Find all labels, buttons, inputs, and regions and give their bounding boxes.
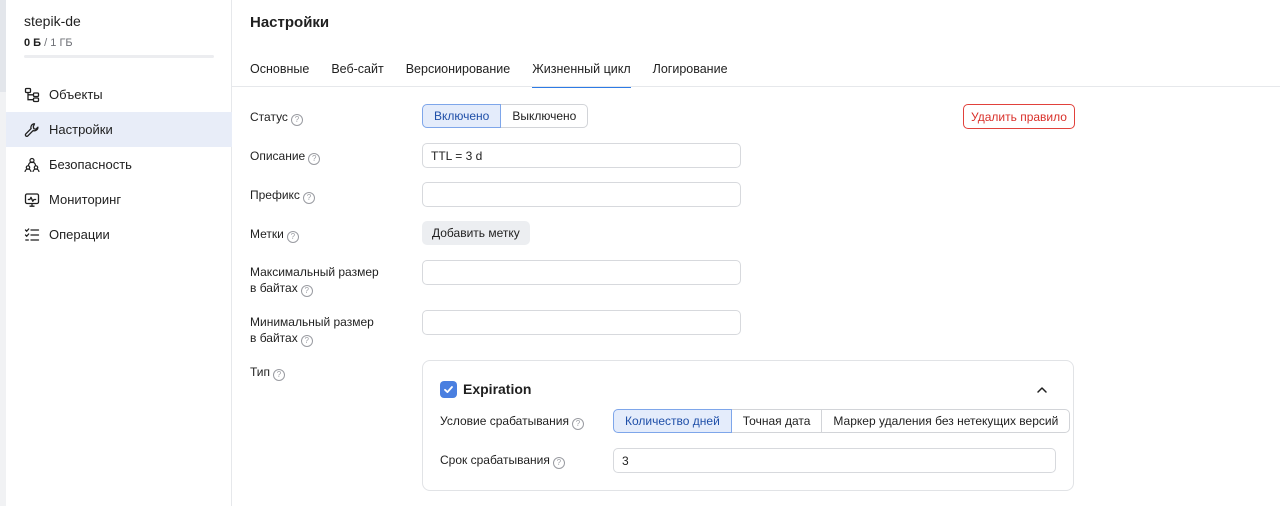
objects-icon bbox=[24, 87, 40, 103]
add-tag-button[interactable]: Добавить метку bbox=[422, 221, 530, 245]
tab-general[interactable]: Основные bbox=[250, 56, 309, 87]
status-disabled-button[interactable]: Выключено bbox=[500, 104, 589, 128]
max-size-label-line2: в байтах bbox=[250, 281, 298, 295]
status-label: Статус? bbox=[250, 109, 303, 126]
status-enabled-button[interactable]: Включено bbox=[422, 104, 502, 128]
settings-tabs: Основные Веб-сайт Версионирование Жизнен… bbox=[250, 56, 750, 88]
trigger-condition-label-text: Условие срабатывания bbox=[440, 414, 569, 428]
usage-total: 1 ГБ bbox=[50, 37, 73, 49]
usage-bar bbox=[24, 55, 214, 58]
type-label-text: Тип bbox=[250, 365, 271, 379]
description-label-text: Описание bbox=[250, 149, 306, 163]
help-icon[interactable]: ? bbox=[273, 369, 286, 381]
usage-used: 0 Б bbox=[24, 37, 42, 49]
period-label: Срок срабатывания? bbox=[440, 453, 565, 469]
max-size-input[interactable] bbox=[422, 260, 741, 285]
status-toggle: Включено Выключено bbox=[422, 104, 589, 128]
trigger-condition-label: Условие срабатывания? bbox=[440, 414, 584, 430]
tab-versioning[interactable]: Версионирование bbox=[406, 56, 511, 87]
description-label: Описание? bbox=[250, 148, 321, 165]
min-size-label-line2: в байтах bbox=[250, 331, 298, 345]
sidebar-item-security[interactable]: Безопасность bbox=[6, 147, 232, 182]
help-icon[interactable]: ? bbox=[286, 231, 299, 243]
monitor-icon bbox=[24, 192, 40, 208]
wrench-icon bbox=[24, 122, 40, 138]
sidebar-item-objects[interactable]: Объекты bbox=[6, 77, 232, 112]
period-label-text: Срок срабатывания bbox=[440, 453, 550, 467]
sidebar-item-label: Мониторинг bbox=[49, 192, 122, 207]
min-size-label-line1: Минимальный размер bbox=[250, 315, 374, 329]
max-size-label: Максимальный размер в байтах? bbox=[250, 264, 379, 297]
help-icon[interactable]: ? bbox=[571, 418, 584, 430]
tab-website[interactable]: Веб-сайт bbox=[331, 56, 383, 87]
check-icon bbox=[444, 386, 453, 393]
max-size-label-line1: Максимальный размер bbox=[250, 265, 379, 279]
chevron-up-icon bbox=[1037, 387, 1047, 393]
main-content: Настройки Основные Веб-сайт Версионирова… bbox=[232, 0, 1280, 506]
help-icon[interactable]: ? bbox=[308, 153, 321, 165]
trigger-delete-marker-button[interactable]: Маркер удаления без нетекущих версий bbox=[821, 409, 1071, 433]
help-icon[interactable]: ? bbox=[552, 457, 565, 469]
prefix-label: Префикс? bbox=[250, 187, 315, 204]
sidebar-item-operations[interactable]: Операции bbox=[6, 217, 232, 252]
trigger-date-button[interactable]: Точная дата bbox=[730, 409, 823, 433]
prefix-input[interactable] bbox=[422, 182, 741, 207]
tags-label-text: Метки bbox=[250, 227, 284, 241]
page-title: Настройки bbox=[250, 14, 330, 31]
sidebar-item-label: Настройки bbox=[49, 122, 113, 137]
trigger-condition-toggle: Количество дней Точная дата Маркер удале… bbox=[613, 409, 1071, 433]
checklist-icon bbox=[24, 227, 40, 243]
min-size-label: Минимальный размер в байтах? bbox=[250, 314, 374, 347]
expiration-title: Expiration bbox=[463, 381, 532, 397]
collapse-button[interactable] bbox=[1033, 381, 1051, 399]
help-icon[interactable]: ? bbox=[300, 285, 313, 297]
min-size-input[interactable] bbox=[422, 310, 741, 335]
help-icon[interactable]: ? bbox=[300, 335, 313, 347]
bucket-name: stepik-de bbox=[24, 13, 81, 29]
usage-separator: / bbox=[41, 37, 51, 49]
sidebar-item-label: Безопасность bbox=[49, 157, 132, 172]
sidebar-item-settings[interactable]: Настройки bbox=[6, 112, 232, 147]
trigger-days-button[interactable]: Количество дней bbox=[613, 409, 732, 433]
bucket-usage: 0 Б / 1 ГБ bbox=[24, 37, 73, 49]
expiration-card: Expiration Условие срабатывания? Количес… bbox=[422, 360, 1074, 491]
expiration-checkbox[interactable] bbox=[440, 381, 457, 398]
prefix-label-text: Префикс bbox=[250, 188, 300, 202]
sidebar-item-label: Объекты bbox=[49, 87, 103, 102]
status-label-text: Статус bbox=[250, 110, 288, 124]
description-input[interactable]: TTL = 3 d bbox=[422, 143, 741, 168]
help-icon[interactable]: ? bbox=[290, 114, 303, 126]
help-icon[interactable]: ? bbox=[302, 192, 315, 204]
sidebar-item-label: Операции bbox=[49, 227, 110, 242]
tags-label: Метки? bbox=[250, 226, 299, 243]
delete-rule-button[interactable]: Удалить правило bbox=[963, 104, 1075, 129]
tab-lifecycle[interactable]: Жизненный цикл bbox=[532, 56, 632, 88]
tabs-divider bbox=[232, 86, 1280, 87]
sidebar-item-monitoring[interactable]: Мониторинг bbox=[6, 182, 232, 217]
tab-logging[interactable]: Логирование bbox=[653, 56, 728, 87]
sidebar: stepik-de 0 Б / 1 ГБ Объекты Настройки Б… bbox=[6, 0, 232, 506]
type-label: Тип? bbox=[250, 364, 286, 381]
period-input[interactable]: 3 bbox=[613, 448, 1056, 473]
users-icon bbox=[24, 157, 40, 173]
